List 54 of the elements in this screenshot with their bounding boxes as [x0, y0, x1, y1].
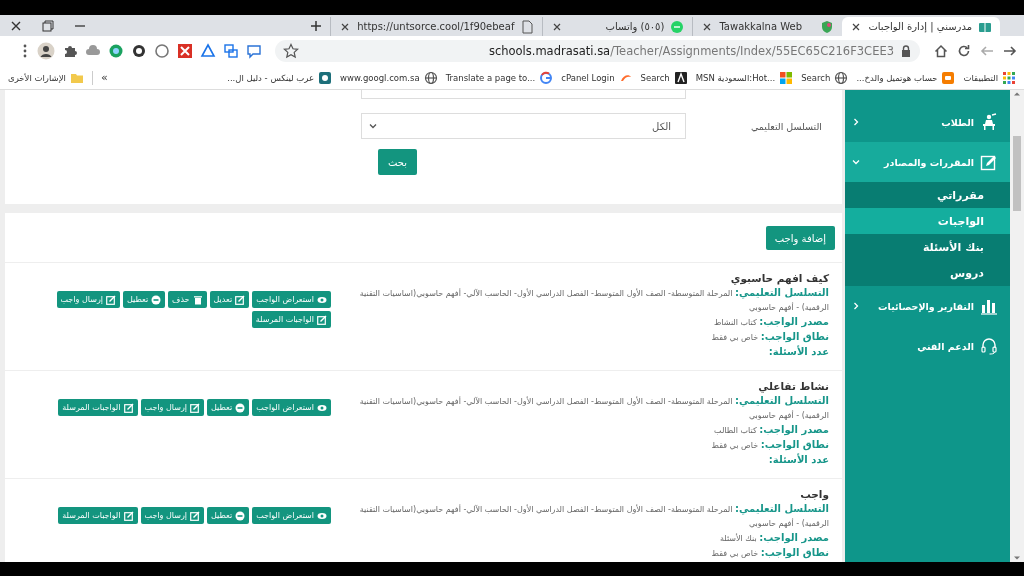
detail-line: عدد الأسئلة:	[767, 345, 829, 359]
action-button[interactable]: استعراض الواجب	[252, 291, 331, 308]
detail-line: مصدر الواجب: كتاب النشاط	[712, 315, 829, 330]
detail-line: التسلسل التعليمي: المرحلة المتوسطة- الصف الأول المتوسط- الفصل الدراسي الأول- الحاسب الآلي- أفهم حاسوبي(اساسيات التقنية الرقمية) - أفهم حاسوبي	[359, 286, 829, 314]
detail-line: مصدر الواجب: كتاب الطالب	[713, 423, 829, 438]
action-button[interactable]: حذف	[168, 291, 207, 308]
bookmark[interactable]: Search	[640, 70, 688, 85]
bookmark[interactable]: حساب هوتميل والدخ...	[856, 70, 956, 85]
bookmark[interactable]: التطبيقات	[963, 70, 1016, 85]
detail-line: نطاق الواجب: خاص بي فقط	[710, 330, 829, 345]
sidebar-item[interactable]: الطلاب	[845, 102, 1010, 142]
bookmark[interactable]: Search	[801, 70, 849, 85]
bookmark[interactable]: cPanel Login	[561, 70, 633, 85]
assignment-title: واجب	[799, 487, 829, 502]
assignment-title: كيف افهم حاسبوي	[729, 271, 829, 286]
detail-line: نطاق الواجب: خاص بي فقط	[710, 546, 829, 561]
bookmark[interactable]: عرب لينكس - دليل ال...	[227, 70, 333, 85]
detail-line: التسلسل التعليمي: المرحلة المتوسطة- الصف الأول المتوسط- الفصل الدراسي الأول- الحاسب الآلي- أفهم حاسوبي(اساسيات التقنية الرقمية) - أفهم حاسوبي	[359, 502, 829, 530]
bookmark[interactable]: www.googl.com.sa	[340, 70, 438, 85]
address-bar[interactable]: schools.madrasati.sa/Teacher/Assignments/Index/55EC65C216F3CEE3	[275, 40, 920, 62]
action-button[interactable]: تعطيل	[207, 507, 250, 524]
action-button[interactable]: تعديل	[209, 291, 250, 308]
submenu-item[interactable]: مقرراتي	[845, 182, 1010, 208]
action-button[interactable]: إرسال واجب	[140, 399, 204, 416]
action-button[interactable]: الواجبات المرسلة	[58, 507, 138, 524]
detail-line: التسلسل التعليمي: المرحلة المتوسطة- الصف الأول المتوسط- الفصل الدراسي الأول- الحاسب الآلي- أفهم حاسوبي(اساسيات التقنية الرقمية) - أفهم حاسوبي	[359, 394, 829, 422]
action-button[interactable]: الواجبات المرسلة	[58, 399, 138, 416]
search-button[interactable]: بحث	[377, 149, 417, 175]
bookmark-folder[interactable]: الإشارات الأخرى	[8, 70, 84, 85]
action-button[interactable]: استعراض الواجب	[252, 507, 331, 524]
detail-line: مصدر الواجب: بنك الأسئلة	[718, 531, 829, 546]
submenu-item[interactable]: بنك الأسئلة	[845, 234, 1010, 260]
action-button[interactable]: الواجبات المرسلة	[251, 311, 331, 328]
submenu-item[interactable]: الواجبات	[845, 208, 1010, 234]
action-button[interactable]: استعراض الواجب	[252, 399, 331, 416]
action-button[interactable]: إرسال واجب	[56, 291, 120, 308]
url-text: schools.madrasati.sa/Teacher/Assignments/Index/55EC65C216F3CEE3	[488, 44, 894, 58]
dropdown[interactable]: الكل	[361, 113, 686, 139]
sidebar-item[interactable]: التقارير والإحصائيات	[845, 286, 1010, 326]
sidebar-item[interactable]: المقررات والمصادر	[845, 142, 1010, 182]
submenu-item[interactable]: دروس	[845, 260, 1010, 286]
action-button[interactable]: إرسال واجب	[140, 507, 204, 524]
action-button[interactable]: تعطيل	[207, 399, 250, 416]
sidebar-item[interactable]: الدعم الفني	[845, 326, 1010, 366]
add-assignment-button[interactable]: إضافة واجب	[765, 226, 835, 250]
detail-line: عدد الأسئلة:	[767, 453, 829, 467]
bookmark[interactable]: Translate a page to...	[445, 70, 554, 85]
field-label: التسلسل التعليمي	[749, 120, 823, 132]
browser-tab[interactable]: مدرسني | إدارة الواجبات	[842, 17, 1000, 36]
bookmark[interactable]: MSN السعودية:Hot...	[695, 70, 794, 85]
detail-line: نطاق الواجب: خاص بي فقط	[710, 438, 829, 453]
more-bookmarks-chevron[interactable]: »	[100, 71, 108, 84]
action-button[interactable]: تعطيل	[123, 291, 166, 308]
assignment-title: نشاط تفاعلي	[757, 379, 829, 394]
